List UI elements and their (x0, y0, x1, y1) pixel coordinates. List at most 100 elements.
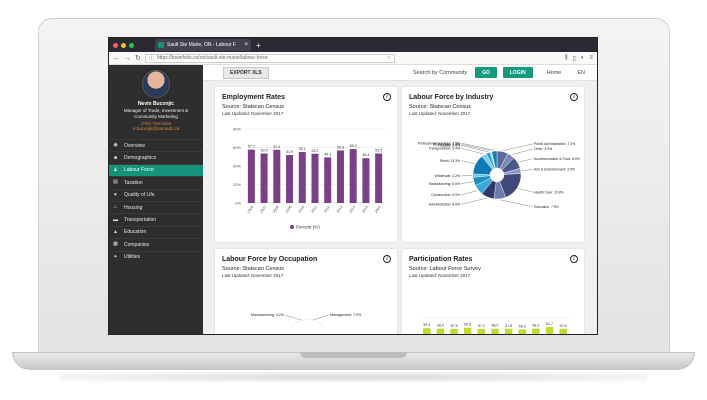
bar (273, 149, 281, 203)
new-tab-icon[interactable]: + (256, 41, 261, 50)
x-tick-label: 2006 (247, 205, 255, 214)
bar (311, 153, 319, 203)
sidebar-item-housing[interactable]: ⌂ Housing (109, 200, 203, 213)
sidebar-item-taxation[interactable]: ▤ Taxation (109, 176, 203, 188)
sidebar-item-education[interactable]: ▲ Education (109, 225, 203, 238)
info-icon[interactable]: i (570, 93, 578, 101)
leader-line (518, 158, 534, 163)
reload-icon[interactable]: ↻ (135, 54, 141, 62)
card-source: Source: Statscan Census (409, 104, 472, 110)
legend-swatch (290, 225, 294, 229)
browser-titlebar: Sault Ste Marie, ON - Labour F × + (109, 38, 597, 52)
slice-label: Education: 7.9% (534, 205, 559, 209)
sidebar-item-quality-of-life[interactable]: ♥ Quality of Life (109, 188, 203, 201)
sidebar-item-companies[interactable]: ▦ Companies (109, 238, 203, 250)
bookmark-star-icon[interactable]: ☆ (386, 55, 390, 61)
x-tick-label: 2009 (285, 205, 293, 214)
bar-value-label: 53.5 (261, 149, 268, 153)
leader-line (312, 314, 330, 321)
browser-window: Sault Ste Marie, ON - Labour F × + ← → ↻… (108, 37, 598, 335)
leader-line (284, 314, 302, 321)
info-icon[interactable]: i (383, 255, 391, 263)
leader-line (460, 160, 475, 164)
truck-icon: ▬ (113, 216, 118, 223)
avatar (142, 70, 170, 98)
slice-label: Wholesale: 2.2% (435, 174, 460, 178)
close-window-dot[interactable] (113, 42, 118, 48)
sidebar-item-label: Labour Force (124, 167, 154, 174)
tab-close-icon[interactable]: × (244, 42, 248, 48)
forward-icon[interactable]: → (124, 55, 131, 62)
employment-bar-chart: 0% 20% 40% 60% 80% 57.7 2006 53.5 2007 57.5 2008 51… (233, 127, 385, 230)
x-tick-label: 2012 (323, 205, 331, 214)
sidebar-item-transportation[interactable]: ▬ Transportation (109, 213, 203, 225)
bar-value-label: 48.4 (362, 153, 369, 157)
bar-value-label: 56.3 (519, 324, 526, 328)
language-toggle[interactable]: EN (577, 70, 585, 76)
pie-edge (288, 319, 326, 330)
search-by-community-link[interactable]: Search by Community (413, 70, 467, 76)
leader-line (460, 181, 473, 184)
menu-icon[interactable]: ≡ (589, 55, 593, 62)
bar-value-label: 58.0 (492, 324, 499, 328)
bar (532, 328, 540, 334)
slice-label: Administration: 8.6% (429, 203, 460, 207)
leader-line (511, 148, 534, 155)
address-bar[interactable]: ⓘ https://townfolio.co/on/sault-ste-mari… (144, 53, 395, 63)
url-text: https://townfolio.co/on/sault-ste-marie/… (156, 55, 268, 61)
sidebar-item-demographics[interactable]: ☻ Demographics (109, 151, 203, 163)
card-updated: Last Updated: November 2017 (409, 273, 471, 278)
login-button[interactable]: LOGIN (502, 67, 533, 78)
main-content: EXPORT XLS Search by Community GO LOGIN … (203, 65, 597, 334)
occupation-card: Labour Force by Occupation Source: Stats… (215, 249, 397, 334)
sidebar-item-overview[interactable]: ◉ Overview (109, 139, 203, 151)
favicon-icon (158, 42, 164, 48)
home-link[interactable]: Home (547, 70, 562, 76)
person-icon: ♟ (113, 166, 118, 173)
maximize-window-dot[interactable] (129, 42, 134, 48)
leader-line (521, 169, 534, 171)
slice-label: Professional Services: 3.5% (418, 141, 460, 145)
sidebar-item-labour-force[interactable]: ♟ Labour Force (109, 163, 203, 177)
x-tick-label: 2015 (361, 205, 369, 214)
card-updated: Last Updated: November 2017 (409, 111, 471, 116)
export-xls-button[interactable]: EXPORT XLS (223, 66, 269, 79)
back-icon[interactable]: ← (113, 55, 120, 62)
contact-email[interactable]: n.buconjic@ssmedc.ca (109, 126, 203, 131)
library-icon[interactable]: ⫼ (565, 55, 568, 62)
slice-label: Construction: 6.9% (431, 193, 460, 197)
bar-value-label: 57.7 (248, 145, 255, 149)
slice-label: Accommodation & Food: 8.0% (534, 157, 580, 161)
shield-icon[interactable]: ◐ (581, 55, 585, 62)
card-title: Labour Force by Occupation (222, 256, 318, 263)
bar (491, 328, 499, 334)
info-icon[interactable]: i (570, 255, 578, 263)
bar-value-label: 51.9 (286, 150, 293, 154)
y-tick-label: 0% (235, 201, 241, 206)
x-tick-label: 2013 (336, 205, 344, 214)
card-source: Source: Labour Force Survey (409, 266, 481, 272)
participation-bar-chart: 59.4 58.4 57.6 60.8 57.2 58.0 57.8 56.3 58.3 62.7… (420, 317, 570, 334)
sidebar-item-label: Companies (124, 241, 150, 248)
slice-label: Public Administration: 7.3% (534, 142, 575, 146)
slice-label: Manufacturing: 5.6% (429, 182, 460, 186)
sidebar-item-label: Education (124, 229, 147, 236)
industry-card: Labour Force by Industry Source: Statsca… (402, 87, 584, 242)
sidebar-item-utilities[interactable]: ✦ Utilities (109, 250, 203, 263)
bar (477, 328, 486, 334)
tab-title: Sault Ste Marie, ON - Labour F (167, 42, 236, 48)
browser-tab[interactable]: Sault Ste Marie, ON - Labour F × (155, 39, 251, 51)
sidebar-toggle-icon[interactable]: ▯ (573, 55, 576, 62)
sidebar-item-label: Housing (124, 204, 143, 211)
leader-line (460, 197, 488, 205)
bar-value-label: 60.8 (464, 323, 471, 327)
bar-value-label: 55.1 (299, 147, 306, 151)
bar-value-label: 56.8 (337, 145, 344, 149)
bar (349, 149, 357, 203)
info-icon[interactable]: i (383, 93, 391, 101)
minimize-window-dot[interactable] (121, 42, 126, 48)
bar-value-label: 58.3 (532, 324, 539, 328)
laptop-shadow (60, 372, 647, 382)
x-tick-label: 2007 (259, 205, 267, 214)
go-button[interactable]: GO (475, 67, 497, 78)
